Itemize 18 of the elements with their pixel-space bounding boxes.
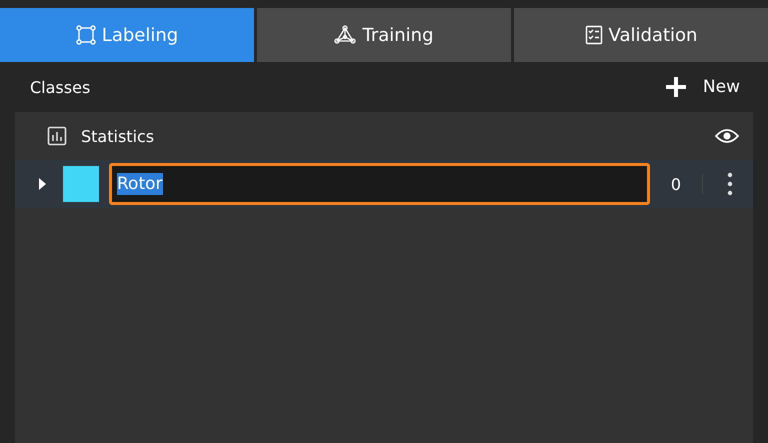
section-title: Classes: [30, 78, 90, 96]
expand-caret-icon[interactable]: [37, 177, 47, 191]
more-options-icon[interactable]: [727, 172, 733, 196]
eye-icon[interactable]: [715, 128, 739, 144]
class-count: 0: [670, 174, 682, 194]
class-name-field[interactable]: Rotor: [109, 163, 650, 205]
plus-icon: [664, 76, 687, 98]
statistics-label: Statistics: [81, 126, 156, 146]
checklist-icon: [584, 25, 603, 45]
new-button[interactable]: New: [664, 76, 740, 98]
class-row[interactable]: Rotor 0: [15, 160, 753, 208]
tab[interactable]: Validation: [514, 8, 768, 62]
class-color-swatch[interactable]: [63, 166, 99, 202]
network-icon: [334, 25, 356, 45]
bounding-box-icon: [76, 25, 96, 45]
tab[interactable]: Training: [257, 8, 511, 62]
tab[interactable]: Labeling: [0, 8, 254, 62]
bar-chart-icon: [47, 126, 67, 146]
